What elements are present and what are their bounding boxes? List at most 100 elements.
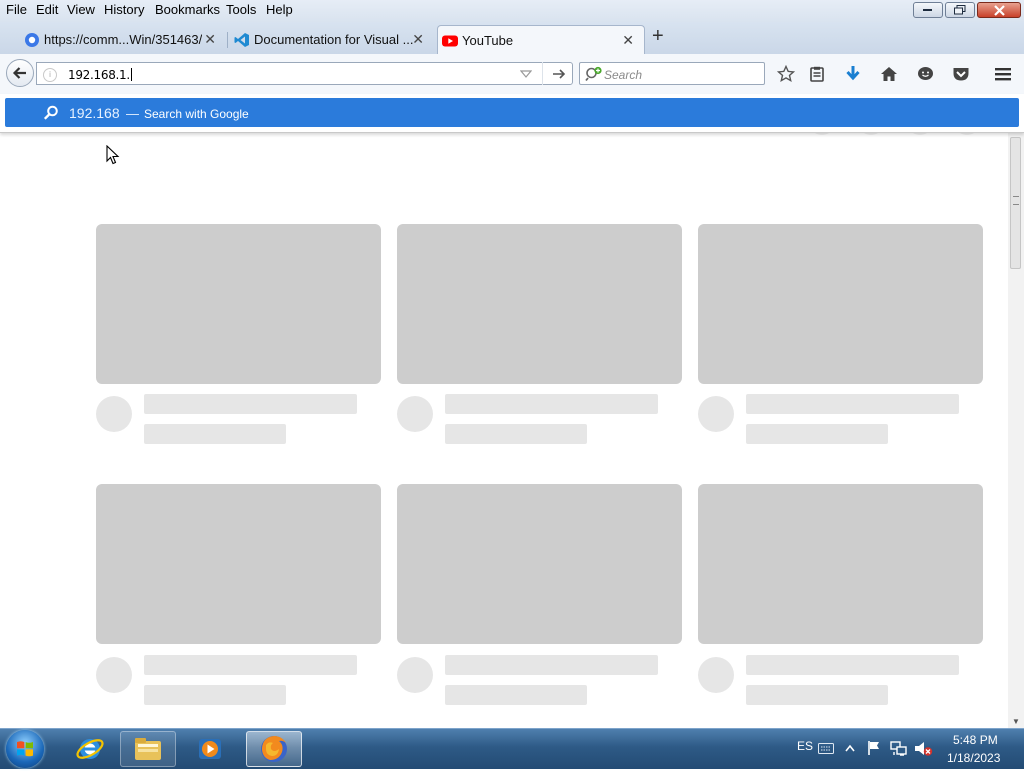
close-window-button[interactable] [977, 2, 1021, 18]
menu-history[interactable]: History [104, 2, 144, 17]
keyboard-icon[interactable] [818, 743, 834, 754]
site-info-icon[interactable]: i [43, 68, 57, 82]
menu-view[interactable]: View [67, 2, 95, 17]
window-controls [913, 2, 1021, 20]
video-meta-placeholder [746, 424, 888, 444]
channel-avatar-placeholder [96, 396, 132, 432]
menu-file[interactable]: File [6, 2, 27, 17]
search-icon [43, 105, 58, 120]
minimize-icon [923, 9, 932, 11]
language-indicator[interactable]: ES [797, 739, 813, 753]
scrollbar-thumb[interactable] [1010, 137, 1021, 269]
bookmark-star-button[interactable] [776, 64, 796, 84]
tab-label: YouTube [462, 32, 514, 48]
url-value: 192.168.1. [68, 68, 130, 82]
text-caret [130, 68, 132, 81]
open-menu-button[interactable] [993, 64, 1013, 84]
chat-smiley-icon [917, 67, 933, 80]
channel-avatar-placeholder [698, 657, 734, 693]
tab-strip: https://comm...Win/351463/ ✕ Documentati… [0, 22, 1024, 54]
channel-avatar-placeholder [96, 657, 132, 693]
close-icon [993, 4, 1005, 16]
url-bar[interactable]: i 192.168.1. [36, 62, 573, 85]
tab-youtube[interactable]: YouTube ✕ [437, 25, 645, 54]
video-title-placeholder [746, 394, 959, 414]
video-meta-placeholder [144, 685, 286, 705]
search-input[interactable]: Search [604, 68, 642, 82]
history-dropdown-icon[interactable] [520, 67, 532, 81]
vertical-scrollbar[interactable]: ▼ [1008, 132, 1024, 728]
file-explorer-icon [135, 738, 161, 760]
globe-icon [25, 33, 39, 47]
tab-close-icon[interactable]: ✕ [412, 31, 424, 48]
taskbar-internet-explorer[interactable] [62, 731, 118, 767]
youtube-icon [442, 35, 458, 47]
suggestion-separator: — [126, 106, 139, 121]
downloads-button[interactable] [843, 64, 863, 84]
search-engine-icon[interactable] [585, 66, 603, 82]
go-arrow-icon [552, 68, 565, 79]
video-thumbnail-placeholder[interactable] [397, 484, 682, 644]
volume-muted-icon[interactable] [914, 740, 934, 757]
vscode-icon [234, 33, 249, 47]
clock-time[interactable]: 5:48 PM [953, 733, 998, 747]
taskbar-media-player[interactable] [182, 731, 238, 767]
scroll-down-arrow-icon[interactable]: ▼ [1012, 717, 1020, 726]
windows-taskbar: ES 5:48 PM 1/18/2023 [0, 728, 1024, 769]
suggestion-term: 192.168 [69, 105, 120, 121]
tab-close-icon[interactable]: ✕ [622, 32, 634, 49]
firefox-icon [261, 736, 287, 762]
menu-help[interactable]: Help [266, 2, 293, 17]
tab-label: https://comm...Win/351463/ [44, 32, 203, 47]
start-button[interactable] [6, 730, 44, 768]
new-tab-button[interactable]: + [652, 25, 664, 48]
go-button[interactable] [542, 62, 574, 85]
channel-avatar-placeholder [397, 657, 433, 693]
menu-edit[interactable]: Edit [36, 2, 58, 17]
url-input[interactable]: 192.168.1. [68, 68, 132, 82]
windows-logo-icon [17, 741, 33, 757]
tab-close-icon[interactable]: ✕ [204, 31, 216, 48]
clipboard-icon [810, 66, 824, 82]
suggestion-action: Search with Google [144, 107, 249, 121]
channel-avatar-placeholder [698, 396, 734, 432]
pocket-button[interactable] [951, 64, 971, 84]
video-thumbnail-placeholder[interactable] [397, 224, 682, 384]
restore-icon [954, 5, 966, 15]
video-thumbnail-placeholder[interactable] [698, 224, 983, 384]
search-bar[interactable]: Search [579, 62, 765, 85]
taskbar-file-explorer[interactable] [120, 731, 176, 767]
scrollbar-grip [1013, 196, 1019, 205]
channel-avatar-placeholder [397, 396, 433, 432]
show-hidden-icons-icon[interactable] [845, 744, 855, 752]
restore-button[interactable] [945, 2, 975, 18]
tab-community[interactable]: https://comm...Win/351463/ ✕ [20, 25, 226, 54]
tab-vscode-docs[interactable]: Documentation for Visual ... ✕ [230, 25, 434, 54]
video-meta-placeholder [144, 424, 286, 444]
search-suggestion-row[interactable]: 192.168 — Search with Google [5, 98, 1019, 127]
network-icon[interactable] [890, 740, 908, 757]
video-thumbnail-placeholder[interactable] [698, 484, 983, 644]
video-title-placeholder [445, 655, 658, 675]
menu-bookmarks[interactable]: Bookmarks [155, 2, 220, 17]
video-thumbnail-placeholder[interactable] [96, 224, 381, 384]
pocket-icon [953, 68, 969, 81]
mouse-cursor-icon [106, 145, 120, 165]
menu-bar: File Edit View History Bookmarks Tools H… [0, 0, 1024, 22]
minimize-button[interactable] [913, 2, 943, 18]
internet-explorer-icon [76, 739, 104, 759]
home-button[interactable] [879, 64, 899, 84]
back-button[interactable] [6, 59, 34, 87]
video-title-placeholder [445, 394, 658, 414]
video-thumbnail-placeholder[interactable] [96, 484, 381, 644]
taskbar-firefox[interactable] [246, 731, 302, 767]
video-meta-placeholder [445, 424, 587, 444]
menu-tools[interactable]: Tools [226, 2, 256, 17]
media-player-icon [199, 739, 221, 759]
action-center-flag-icon[interactable] [866, 740, 882, 756]
url-suggestion-popup: 192.168 — Search with Google [0, 94, 1024, 133]
hello-chat-button[interactable] [915, 64, 935, 84]
navigation-toolbar: i 192.168.1. Search [0, 54, 1024, 95]
bookmarks-menu-button[interactable] [807, 64, 827, 84]
clock-date[interactable]: 1/18/2023 [947, 751, 1000, 765]
